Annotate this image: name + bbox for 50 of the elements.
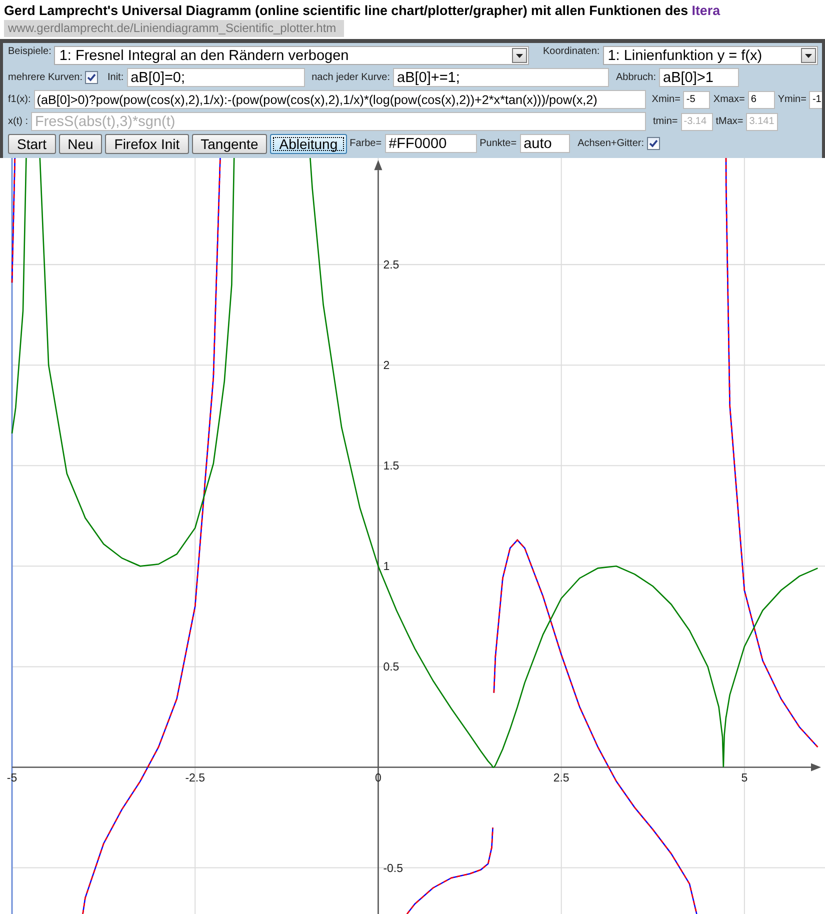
input-field[interactable]: auto <box>520 134 570 153</box>
field-label: Koordinaten: <box>543 46 600 57</box>
dropdown[interactable]: 1: Linienfunktion y = f(x) <box>602 46 818 65</box>
field-label: f1(x): <box>8 94 31 105</box>
field-label: Abbruch: <box>616 72 656 83</box>
toolbar-button[interactable]: Start <box>8 134 56 154</box>
toolbar-button[interactable]: Firefox Init <box>105 134 189 154</box>
checkmark-icon <box>87 73 96 82</box>
field-label: Xmax= <box>713 94 745 105</box>
field-label: Beispiele: <box>8 46 52 57</box>
input-field[interactable]: -1 <box>809 90 822 108</box>
field-label: Punkte= <box>480 138 517 149</box>
axis-label: 1 <box>383 561 390 574</box>
field-label: mehrere Kurven: <box>8 72 82 83</box>
field-label: tMax= <box>716 116 744 127</box>
axis-label: 0.5 <box>383 662 400 674</box>
checkmark-icon <box>649 139 658 148</box>
toolbar-button[interactable]: Neu <box>58 134 102 154</box>
field-label: tmin= <box>653 116 678 127</box>
field-label: Xmin= <box>652 94 680 105</box>
checkbox[interactable] <box>85 71 98 84</box>
input-field[interactable]: #FF0000 <box>384 134 477 153</box>
caret-icon <box>801 48 816 63</box>
field-label: x(t) : <box>8 116 28 127</box>
field-label: Farbe= <box>350 138 382 149</box>
field-label: Achsen+Gitter: <box>578 138 644 149</box>
axis-label: 5 <box>741 772 748 784</box>
input-field[interactable]: 6 <box>748 90 775 108</box>
axis-label: -2.5 <box>185 772 205 784</box>
axis-label: 2.5 <box>383 260 400 272</box>
input-field[interactable]: (aB[0]>0)?pow(pow(cos(x),2),1/x):-(pow(pow(cos(x),2),1/x)*(log(pow(cos(x),2))+2*x*tan(x)))/pow(x,2) <box>34 90 646 109</box>
caret-icon <box>512 48 528 63</box>
field-label: Ymin= <box>778 94 806 105</box>
field-label: nach jeder Kurve: <box>312 72 390 83</box>
axis-label: 1.5 <box>383 460 400 473</box>
input-field[interactable]: aB[0]>1 <box>659 68 740 87</box>
checkbox[interactable] <box>647 137 660 150</box>
toolbar-button[interactable]: Ableitung <box>270 134 347 154</box>
link[interactable]: Itera <box>692 3 720 18</box>
toolbar-button[interactable]: Tangente <box>192 134 268 154</box>
page-url: www.gerdlamprecht.de/Liniendiagramm_Scientific_plotter.htm <box>4 20 344 37</box>
axis-label: -0.5 <box>383 862 403 875</box>
input-field[interactable]: aB[0]+=1; <box>393 68 609 87</box>
axis-label: 2.5 <box>553 772 570 784</box>
field-label: Init: <box>107 72 124 83</box>
input-field[interactable]: aB[0]=0; <box>126 68 305 87</box>
dropdown[interactable]: 1: Fresnel Integral an den Rändern verbogen <box>54 46 530 65</box>
page-title: Gerd Lamprecht's Universal Diagramm (online scientific line chart/plotter/grapher) mit allen Funktionen des Itera <box>3 2 722 20</box>
input-field[interactable]: -5 <box>683 90 710 108</box>
axis-label: 2 <box>383 360 390 372</box>
